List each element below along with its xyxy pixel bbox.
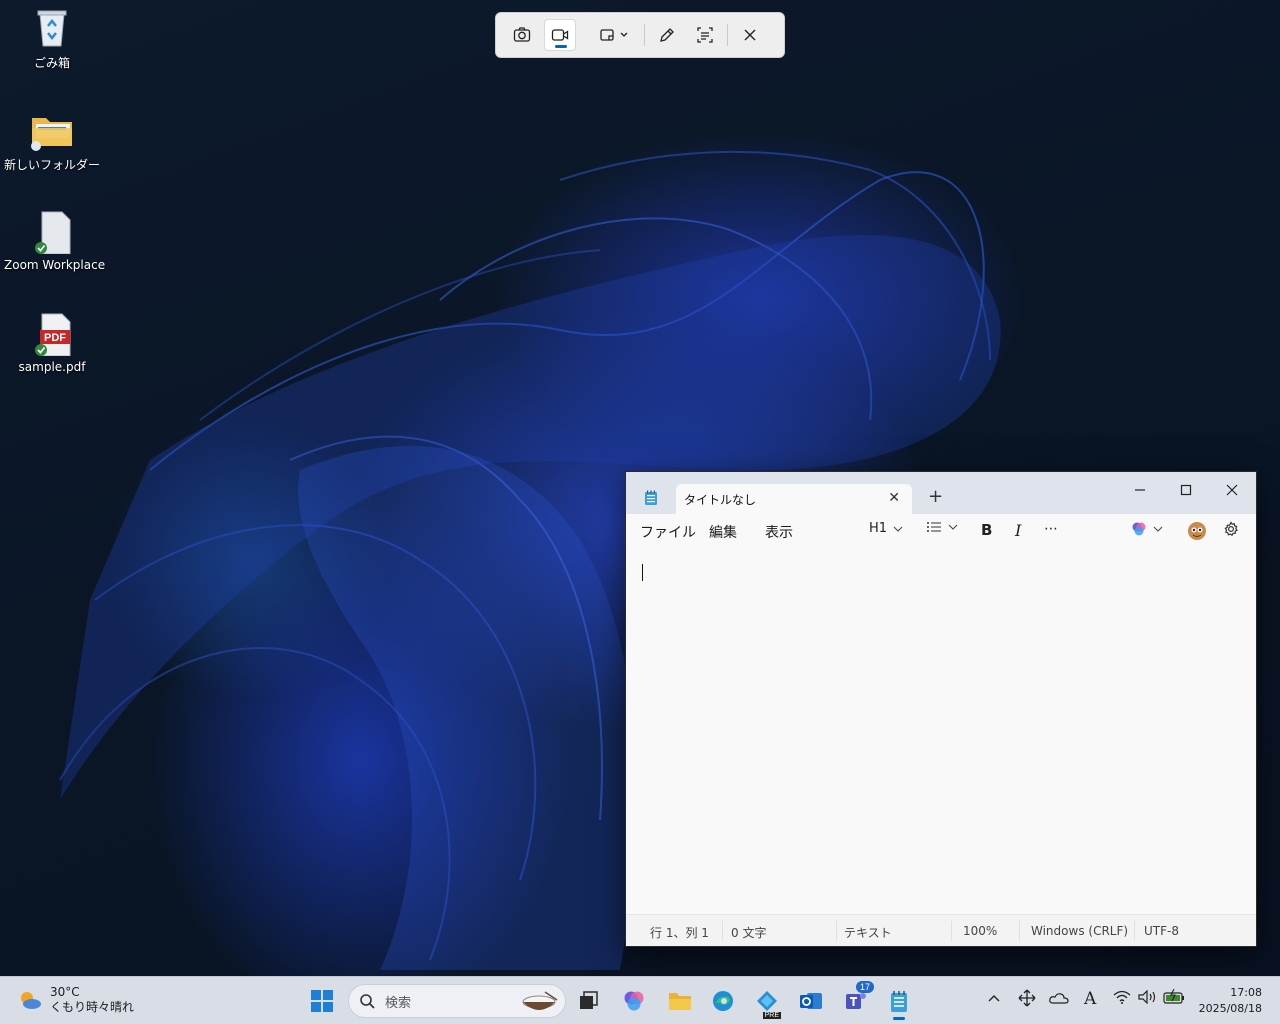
minimize-icon[interactable] (1123, 478, 1157, 502)
desktop-icon-label: 新しいフォルダー (4, 158, 101, 172)
status-divider (1134, 921, 1135, 941)
taskbar: 30°C くもり時々晴れ 検索 PRE 17 A 17:08 2025/08/1… (0, 976, 1280, 1024)
file-explorer-icon[interactable] (664, 985, 696, 1017)
folder-icon (30, 108, 74, 152)
weather-desc: くもり時々晴れ (50, 1000, 135, 1014)
weather-icon (21, 992, 41, 1009)
notepad-app-icon (644, 490, 658, 510)
avatar[interactable] (1187, 521, 1207, 541)
status-format: テキスト (844, 926, 892, 940)
desktop-icon-sample-pdf[interactable]: PDF sample.pdf (4, 312, 100, 374)
pdf-badge-text: PDF (44, 332, 66, 344)
tab-untitled[interactable]: タイトルなし ✕ (676, 484, 912, 514)
heading-label: H1 (869, 521, 888, 536)
recycle-bin-icon (30, 6, 74, 50)
desktop-icon-new-folder[interactable]: 新しいフォルダー (4, 108, 100, 173)
rice-bowl-icon (522, 991, 558, 1010)
preview-badge: PRE (762, 1012, 781, 1019)
snip-mode-icon[interactable] (594, 19, 634, 51)
copilot-dropdown[interactable] (1131, 521, 1163, 537)
text-caret (642, 564, 643, 581)
toolbar-divider (644, 24, 645, 46)
status-divider (836, 921, 837, 941)
status-encoding: UTF-8 (1144, 924, 1179, 938)
list-dropdown[interactable] (926, 521, 958, 533)
gear-icon[interactable] (1223, 521, 1239, 537)
weather-temp: 30°C (50, 985, 80, 999)
camera-icon[interactable] (506, 19, 538, 51)
notepad-taskbar-icon[interactable] (883, 985, 915, 1020)
chevron-down-icon (893, 526, 903, 532)
active-indicator (893, 1017, 905, 1020)
desktop-icon-label: sample.pdf (18, 360, 86, 374)
weather-widget[interactable]: 30°C くもり時々晴れ (18, 985, 134, 1015)
wifi-icon[interactable] (1113, 990, 1131, 1008)
desktop-icon-zoom-workplace[interactable]: Zoom Workplace (4, 210, 106, 272)
text-editor[interactable] (626, 548, 1256, 914)
pdf-file-icon: PDF (30, 312, 74, 357)
close-window-icon[interactable] (1215, 478, 1249, 502)
bold-icon[interactable]: B (981, 521, 992, 539)
italic-icon[interactable]: I (1015, 521, 1021, 540)
search-box[interactable]: 検索 (348, 984, 566, 1018)
status-bar: 行 1、列 1 0 文字 テキスト 100% Windows (CRLF) UT… (626, 914, 1256, 946)
new-tab-icon[interactable]: + (928, 486, 943, 507)
notepad-window: タイトルなし ✕ + ファイル 編集 表示 H1 B I ⋯ 行 1、列 1 0… (625, 471, 1257, 947)
clock-time: 17:08 (1230, 986, 1262, 999)
copilot-icon (1132, 522, 1146, 536)
pen-icon[interactable] (651, 19, 683, 51)
status-line-ending: Windows (CRLF) (1031, 924, 1129, 938)
heading-dropdown[interactable]: H1 (869, 521, 903, 536)
status-position: 行 1、列 1 (650, 926, 709, 940)
task-view-icon[interactable] (572, 985, 604, 1017)
maximize-icon[interactable] (1169, 478, 1203, 502)
speaker-icon[interactable] (1138, 989, 1158, 1008)
menu-file[interactable]: ファイル (640, 522, 696, 542)
desktop-icon-recycle-bin[interactable]: ごみ箱 (4, 6, 100, 71)
teams-icon[interactable]: 17 (840, 981, 874, 1017)
status-divider (951, 921, 952, 941)
document-icon (30, 210, 74, 255)
edge-preview-icon[interactable]: PRE (751, 985, 783, 1019)
video-icon[interactable] (544, 19, 576, 51)
search-icon (360, 994, 375, 1009)
menu-edit[interactable]: 編集 (709, 522, 737, 542)
desktop-icon-label: Zoom Workplace (4, 258, 106, 272)
status-char-count: 0 文字 (731, 926, 767, 940)
toolbar-divider (727, 24, 728, 46)
edge-icon[interactable] (707, 985, 739, 1017)
tab-title: タイトルなし (684, 492, 757, 507)
clock[interactable]: 17:08 2025/08/18 (1199, 985, 1262, 1017)
menu-view[interactable]: 表示 (765, 522, 793, 542)
copilot-icon[interactable] (618, 985, 650, 1017)
text-actions-icon[interactable] (689, 19, 721, 51)
more-options-icon[interactable]: ⋯ (1044, 521, 1058, 537)
search-placeholder: 検索 (385, 995, 412, 1011)
move-icon[interactable] (1018, 989, 1036, 1011)
close-icon[interactable] (734, 19, 766, 51)
title-bar: タイトルなし ✕ + (626, 472, 1256, 514)
chevron-up-icon[interactable] (988, 991, 1000, 1006)
status-divider (722, 921, 723, 941)
notification-badge: 17 (855, 981, 874, 993)
status-divider (1019, 921, 1020, 941)
desktop-icon-label: ごみ箱 (33, 56, 70, 70)
start-icon[interactable] (306, 985, 338, 1017)
menu-bar: ファイル 編集 表示 H1 B I ⋯ (626, 514, 1256, 548)
clock-date: 2025/08/18 (1198, 1002, 1262, 1015)
chevron-down-icon (948, 524, 958, 530)
chevron-down-icon (1153, 526, 1163, 532)
onedrive-icon[interactable] (1049, 992, 1069, 1008)
snipping-toolbar (495, 12, 785, 58)
status-zoom[interactable]: 100% (963, 924, 997, 938)
ime-icon[interactable]: A (1084, 989, 1096, 1009)
bulleted-list-icon (927, 522, 941, 532)
outlook-icon[interactable] (795, 985, 827, 1017)
close-tab-icon[interactable]: ✕ (888, 490, 900, 506)
battery-icon[interactable] (1163, 988, 1185, 1009)
